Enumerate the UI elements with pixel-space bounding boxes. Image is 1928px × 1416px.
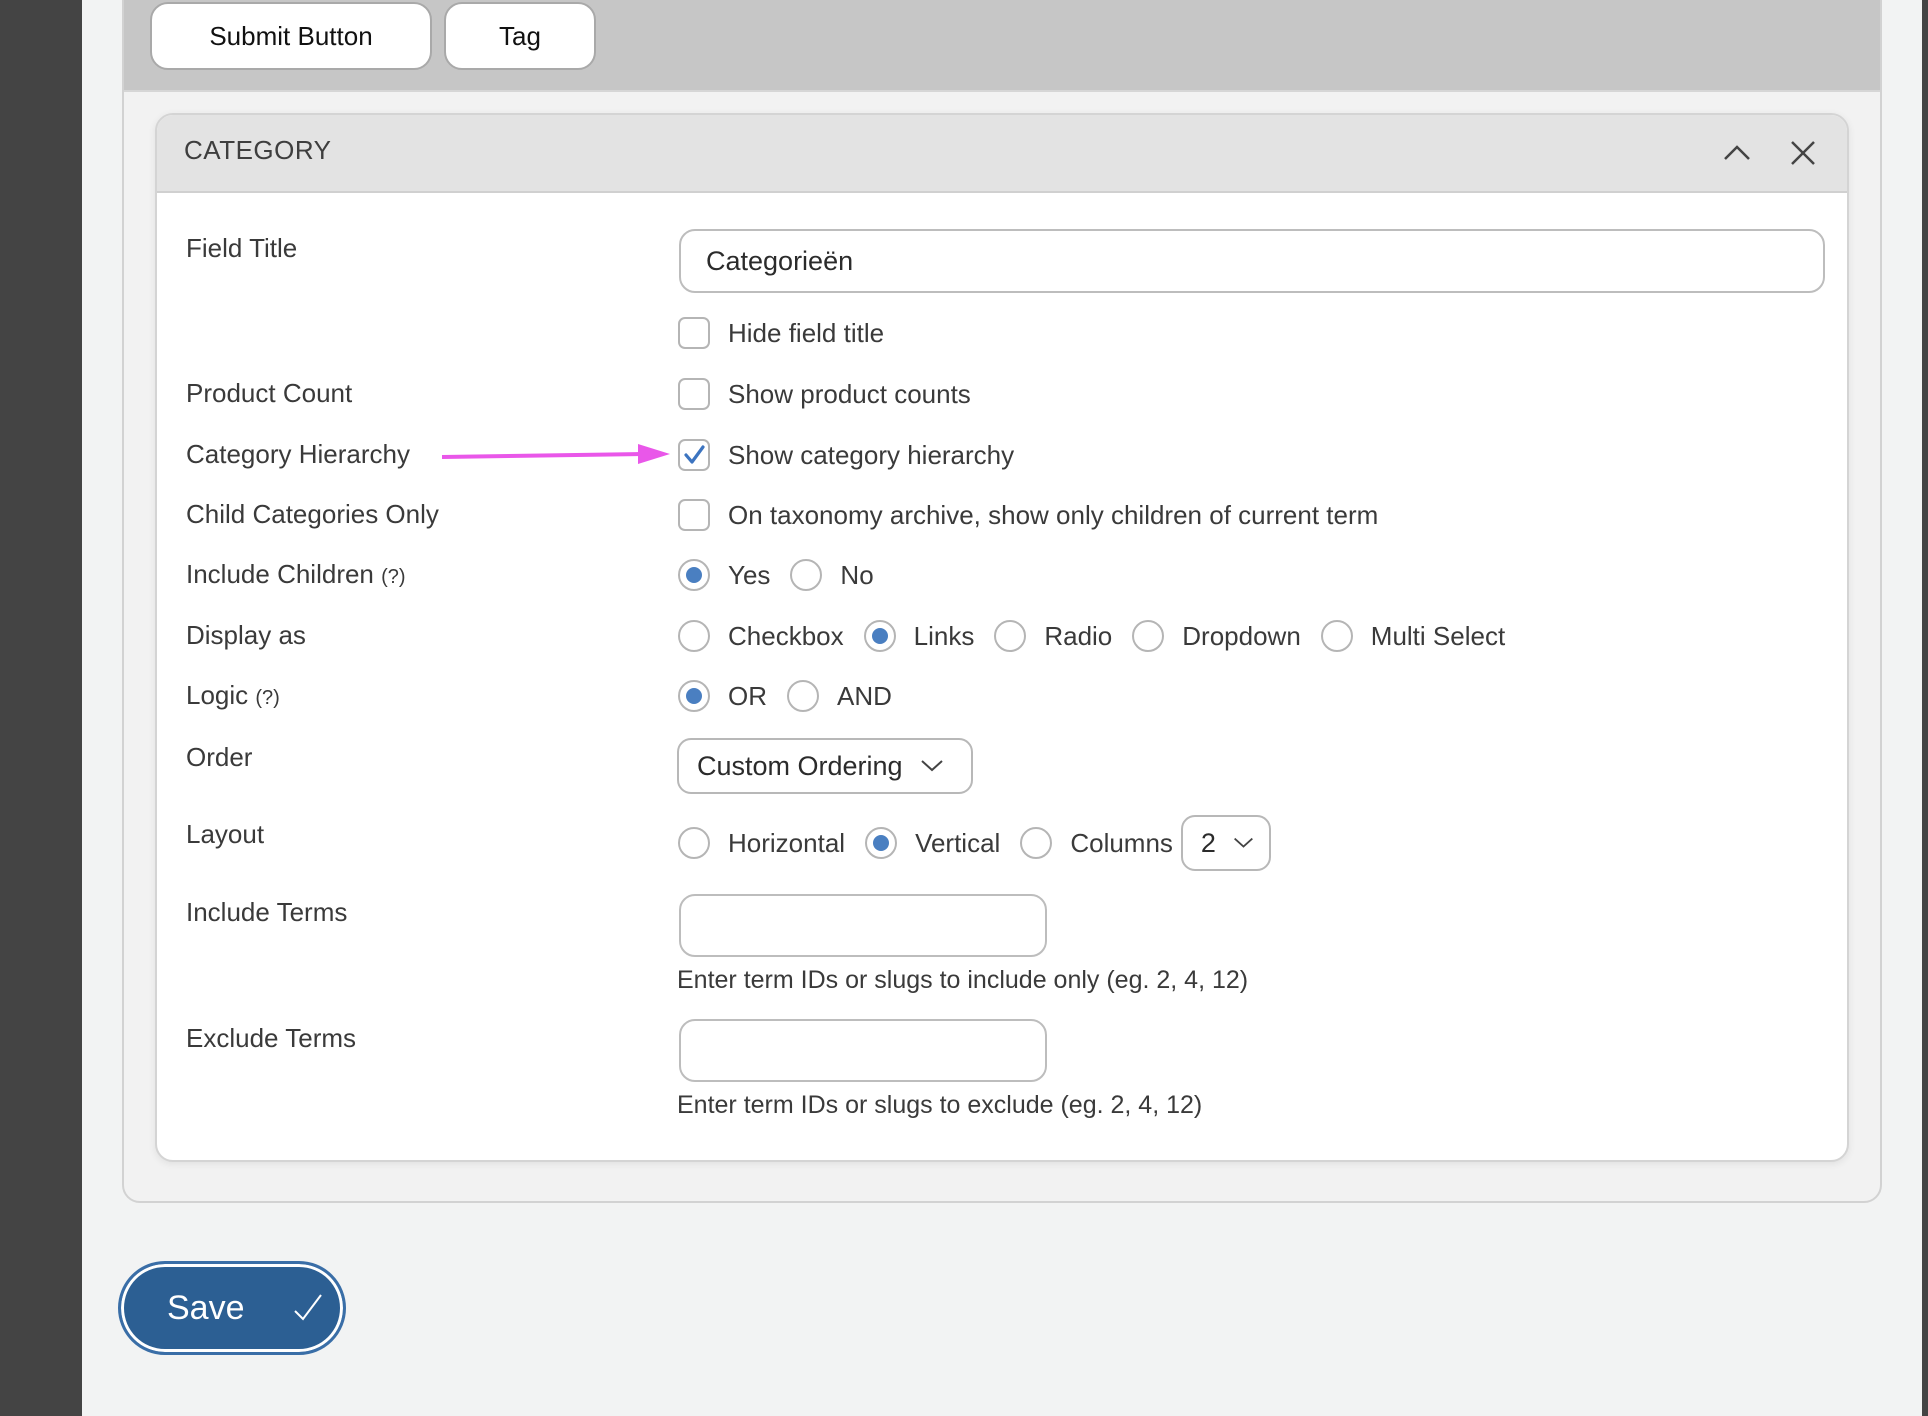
right-window-edge bbox=[1922, 0, 1928, 1416]
category-hierarchy-label: Category Hierarchy bbox=[186, 439, 410, 469]
display-as-links[interactable]: Links bbox=[863, 620, 974, 652]
order-select[interactable]: Custom Ordering bbox=[677, 738, 973, 794]
radio-button[interactable] bbox=[994, 620, 1027, 652]
hide-field-title-checkbox[interactable] bbox=[678, 317, 710, 349]
field-type-bar: Submit Button Tag bbox=[124, 0, 1880, 92]
child-categories-checkbox[interactable] bbox=[678, 499, 710, 531]
checkmark-icon bbox=[684, 445, 705, 464]
layout-columns[interactable]: Columns bbox=[1020, 827, 1173, 859]
hide-field-title-option[interactable]: Hide field title bbox=[678, 317, 884, 349]
columns-select[interactable]: 2 bbox=[1180, 815, 1271, 871]
chevron-down-icon bbox=[920, 760, 943, 772]
child-categories-text: On taxonomy archive, show only children … bbox=[728, 499, 1379, 530]
save-button-label: Save bbox=[167, 1288, 245, 1327]
radio-button[interactable] bbox=[1020, 827, 1053, 859]
display-as-radios: Checkbox Links Radio Dropdown Multi Sele… bbox=[678, 620, 1525, 652]
radio-button[interactable] bbox=[678, 680, 710, 712]
child-categories-option[interactable]: On taxonomy archive, show only children … bbox=[678, 499, 1378, 531]
panel-header: CATEGORY bbox=[157, 115, 1847, 193]
logic-label-text: Logic bbox=[186, 680, 249, 710]
radio-button[interactable] bbox=[678, 620, 710, 652]
submit-button-tab[interactable]: Submit Button bbox=[150, 2, 432, 70]
order-label: Order bbox=[186, 742, 253, 772]
include-children-no[interactable]: No bbox=[790, 559, 874, 591]
hide-field-title-text: Hide field title bbox=[728, 317, 885, 348]
display-as-multi-select[interactable]: Multi Select bbox=[1320, 620, 1505, 652]
radio-button[interactable] bbox=[678, 559, 710, 591]
radio-button[interactable] bbox=[678, 827, 710, 859]
include-children-help[interactable]: (?) bbox=[381, 566, 405, 588]
left-sidebar-edge bbox=[0, 0, 82, 1416]
close-icon[interactable] bbox=[1783, 133, 1823, 173]
category-hierarchy-text: Show category hierarchy bbox=[728, 439, 1015, 470]
radio-button[interactable] bbox=[1132, 620, 1165, 652]
exclude-terms-input[interactable] bbox=[679, 1019, 1047, 1082]
order-select-wrap: Custom Ordering bbox=[677, 738, 973, 794]
category-hierarchy-checkbox[interactable] bbox=[678, 439, 710, 471]
include-children-yes[interactable]: Yes bbox=[678, 559, 770, 591]
radio-button[interactable] bbox=[1320, 620, 1353, 652]
logic-label: Logic (?) bbox=[186, 680, 280, 711]
layout-label: Layout bbox=[186, 819, 265, 849]
include-children-label: Include Children (?) bbox=[186, 559, 406, 590]
product-count-text: Show product counts bbox=[728, 378, 971, 409]
field-title-label: Field Title bbox=[186, 233, 298, 263]
radio-button[interactable] bbox=[865, 827, 898, 859]
include-children-label-text: Include Children bbox=[186, 559, 374, 589]
field-title-input[interactable] bbox=[679, 229, 1825, 293]
include-terms-label: Include Terms bbox=[186, 897, 348, 927]
display-as-radio[interactable]: Radio bbox=[994, 620, 1112, 652]
display-as-label: Display as bbox=[186, 620, 306, 650]
radio-button[interactable] bbox=[790, 559, 823, 591]
include-children-radios: Yes No bbox=[678, 559, 894, 591]
layout-vertical[interactable]: Vertical bbox=[865, 827, 1000, 859]
tag-tab[interactable]: Tag bbox=[444, 2, 596, 70]
exclude-terms-label: Exclude Terms bbox=[186, 1023, 357, 1053]
radio-button[interactable] bbox=[863, 620, 896, 652]
logic-and[interactable]: AND bbox=[787, 680, 892, 712]
product-count-label: Product Count bbox=[186, 378, 353, 408]
display-as-dropdown[interactable]: Dropdown bbox=[1132, 620, 1301, 652]
radio-button[interactable] bbox=[787, 680, 819, 712]
annotation-arrow-icon bbox=[442, 444, 670, 464]
exclude-terms-hint: Enter term IDs or slugs to exclude (eg. … bbox=[677, 1091, 1203, 1119]
save-button[interactable]: Save bbox=[118, 1261, 346, 1355]
layout-horizontal[interactable]: Horizontal bbox=[678, 827, 845, 859]
include-terms-input[interactable] bbox=[679, 894, 1047, 957]
chevron-up-icon[interactable] bbox=[1717, 133, 1757, 173]
panel-title: CATEGORY bbox=[184, 135, 332, 165]
logic-or[interactable]: OR bbox=[678, 680, 767, 712]
product-count-checkbox[interactable] bbox=[678, 378, 710, 410]
checkmark-icon bbox=[293, 1294, 322, 1321]
chevron-down-icon bbox=[1234, 837, 1253, 848]
child-categories-label: Child Categories Only bbox=[186, 499, 439, 529]
logic-radios: OR AND bbox=[678, 680, 912, 712]
category-hierarchy-option[interactable]: Show category hierarchy bbox=[678, 439, 1014, 471]
display-as-checkbox[interactable]: Checkbox bbox=[678, 620, 844, 652]
category-panel: CATEGORY Field Title Hide field title Pr… bbox=[155, 113, 1849, 1162]
logic-help[interactable]: (?) bbox=[255, 687, 279, 709]
product-count-option[interactable]: Show product counts bbox=[678, 378, 971, 410]
include-terms-hint: Enter term IDs or slugs to include only … bbox=[677, 966, 1249, 994]
layout-radios: Horizontal Vertical Columns 2 bbox=[678, 815, 1271, 871]
